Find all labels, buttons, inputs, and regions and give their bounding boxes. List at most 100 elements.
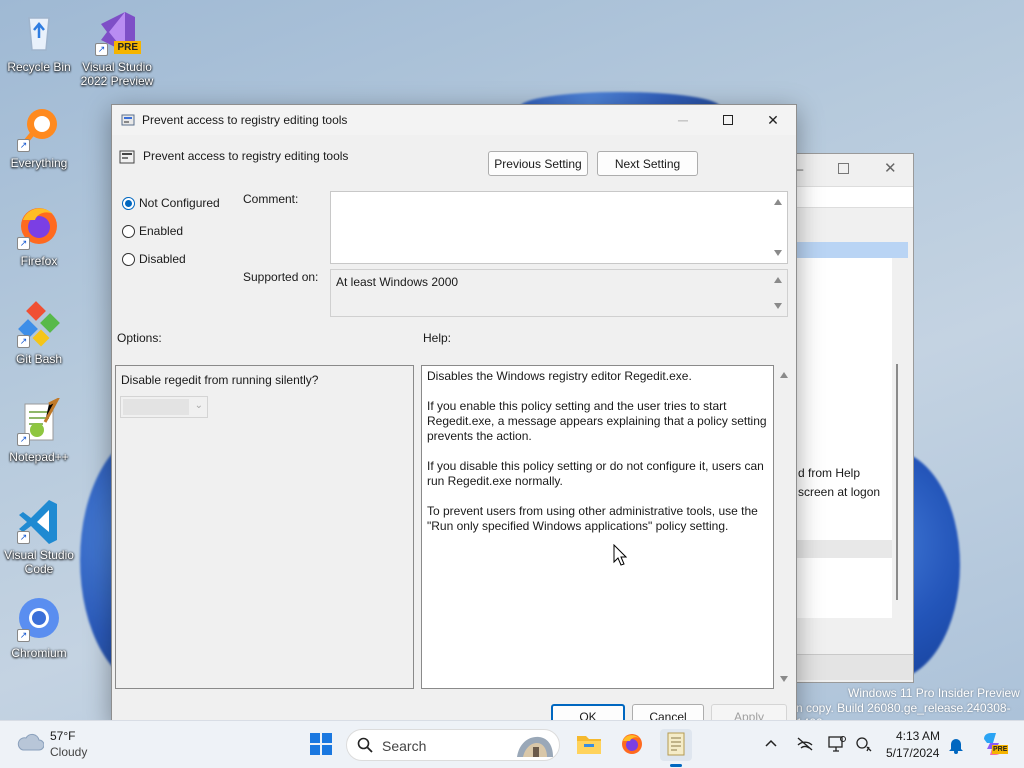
scroll-down-icon[interactable] (774, 250, 782, 256)
taskbar-search[interactable]: Search (346, 729, 560, 761)
radio-label: Enabled (139, 224, 184, 238)
desktop-icon-git-bash[interactable]: ↗ Git Bash (1, 300, 77, 366)
radio-button[interactable] (122, 224, 135, 238)
desktop-icon-chromium[interactable]: ↗ Chromium (1, 594, 77, 660)
scroll-up-icon[interactable] (774, 199, 782, 205)
copilot-icon[interactable]: PRE (980, 731, 1009, 760)
desktop-icon-label: Everything (10, 156, 68, 170)
next-setting-button[interactable]: Next Setting (597, 151, 698, 176)
weather-desc: Cloudy (50, 745, 88, 759)
shortcut-arrow-icon: ↗ (95, 43, 108, 56)
help-scrollbar[interactable] (776, 365, 793, 689)
background-maximize-icon[interactable] (838, 163, 849, 174)
background-statusbar (796, 654, 913, 680)
help-label: Help: (423, 331, 452, 345)
notification-bell-icon[interactable] (948, 736, 964, 757)
weather-temp: 57°F (50, 729, 76, 743)
mouse-cursor-icon (613, 543, 628, 569)
previous-setting-button[interactable]: Previous Setting (488, 151, 588, 176)
desktop-icon-label: Git Bash (15, 352, 63, 366)
folder-icon (576, 733, 602, 758)
scroll-down-icon[interactable] (774, 303, 782, 309)
options-panel: Disable regedit from running silently? ⌄ (115, 365, 414, 689)
radio-label: Disabled (139, 252, 186, 266)
comment-label: Comment: (243, 192, 299, 206)
desktop-icon-label: Firefox (20, 254, 58, 268)
desktop-icon-label: Notepad++ (9, 450, 69, 464)
radio-button[interactable] (122, 252, 135, 266)
radio-enabled[interactable]: Enabled (122, 224, 183, 238)
desktop-icon-firefox[interactable]: ↗ Firefox (1, 202, 77, 268)
taskbar-firefox[interactable] (616, 729, 648, 761)
desktop-icon-visual-studio[interactable]: PRE ↗ Visual Studio 2022 Preview (79, 8, 155, 88)
supported-on-label: Supported on: (243, 270, 319, 284)
close-button[interactable]: ✕ (750, 105, 796, 135)
background-selected-row (796, 242, 908, 258)
start-button[interactable] (305, 729, 337, 761)
cloud-icon (16, 732, 45, 755)
shortcut-arrow-icon: ↗ (17, 335, 30, 348)
chevron-up-icon[interactable] (765, 735, 777, 751)
options-label: Options: (117, 331, 162, 345)
option-question: Disable regedit from running silently? (121, 373, 319, 387)
taskbar-file-explorer[interactable] (573, 729, 605, 761)
desktop-icon-label: Recycle Bin (7, 60, 71, 74)
clock-date[interactable]: 5/17/2024 (886, 746, 939, 760)
radio-label: Not Configured (139, 196, 220, 210)
vscode-icon: ↗ (15, 496, 63, 544)
setting-name: Prevent access to registry editing tools (143, 149, 349, 163)
firefox-icon: ↗ (15, 202, 63, 250)
background-window[interactable]: ─ ✕ d from Help screen at logon (794, 153, 914, 683)
help-paragraph: Disables the Windows registry editor Reg… (427, 369, 692, 383)
visual-studio-icon: PRE ↗ (93, 8, 141, 56)
maximize-button[interactable] (705, 105, 751, 135)
desktop-icon-notepadpp[interactable]: ↗ Notepad++ (1, 396, 77, 464)
close-icon: ✕ (767, 111, 779, 128)
dialog-titlebar[interactable]: Prevent access to registry editing tools… (112, 105, 796, 135)
scroll-up-icon[interactable] (774, 277, 782, 283)
taskbar-policy-editor[interactable] (660, 729, 692, 767)
display-icon[interactable] (828, 735, 846, 756)
help-paragraph: To prevent users from using other admini… (427, 504, 758, 533)
search-placeholder: Search (382, 738, 427, 754)
minimize-button[interactable]: ─ (660, 105, 706, 135)
desktop-icon-recycle-bin[interactable]: Recycle Bin (1, 8, 77, 74)
shortcut-arrow-icon: ↗ (17, 433, 30, 446)
radio-disabled[interactable]: Disabled (122, 252, 186, 266)
radio-button[interactable] (122, 196, 135, 210)
network-offline-icon[interactable] (796, 736, 814, 755)
option-select[interactable]: ⌄ (120, 396, 208, 418)
comment-scrollbar[interactable] (770, 192, 787, 263)
background-text-line: screen at logon (798, 485, 881, 499)
watermark-line: Windows 11 Pro Insider Preview (848, 686, 1020, 700)
help-paragraph: If you disable this policy setting or do… (427, 459, 764, 488)
firefox-icon (620, 732, 644, 759)
sync-icon[interactable] (855, 735, 873, 756)
background-scrollbar[interactable] (896, 364, 902, 600)
supported-scrollbar[interactable] (770, 270, 787, 316)
policy-dialog[interactable]: Prevent access to registry editing tools… (111, 104, 797, 729)
desktop-icon-vscode[interactable]: ↗ Visual Studio Code (1, 496, 77, 576)
git-bash-icon: ↗ (15, 300, 63, 348)
weather-widget[interactable]: 57°F Cloudy (14, 728, 124, 762)
background-text-line: d from Help (798, 466, 861, 480)
background-close-icon[interactable]: ✕ (884, 159, 897, 177)
search-highlight-icon (513, 733, 557, 762)
desktop-icon-everything[interactable]: ↗ Everything (1, 104, 77, 170)
scroll-up-icon[interactable] (780, 372, 788, 378)
shortcut-arrow-icon: ↗ (17, 629, 30, 642)
setting-icon (119, 149, 135, 168)
everything-search-icon: ↗ (15, 104, 63, 152)
radio-not-configured[interactable]: Not Configured (122, 196, 220, 210)
copilot-pre-badge: PRE (992, 745, 1009, 754)
comment-textarea[interactable] (330, 191, 788, 264)
desktop-icon-label: Visual Studio 2022 Preview (80, 60, 154, 88)
background-pane (796, 258, 892, 618)
maximize-icon (723, 115, 733, 125)
taskbar: 57°F Cloudy Search 4:13 AM 5/17/2024 PRE (0, 720, 1024, 768)
shortcut-arrow-icon: ↗ (17, 139, 30, 152)
chromium-icon: ↗ (15, 594, 63, 642)
policy-app-icon (121, 113, 135, 130)
clock-time[interactable]: 4:13 AM (896, 729, 940, 743)
scroll-down-icon[interactable] (780, 676, 788, 682)
